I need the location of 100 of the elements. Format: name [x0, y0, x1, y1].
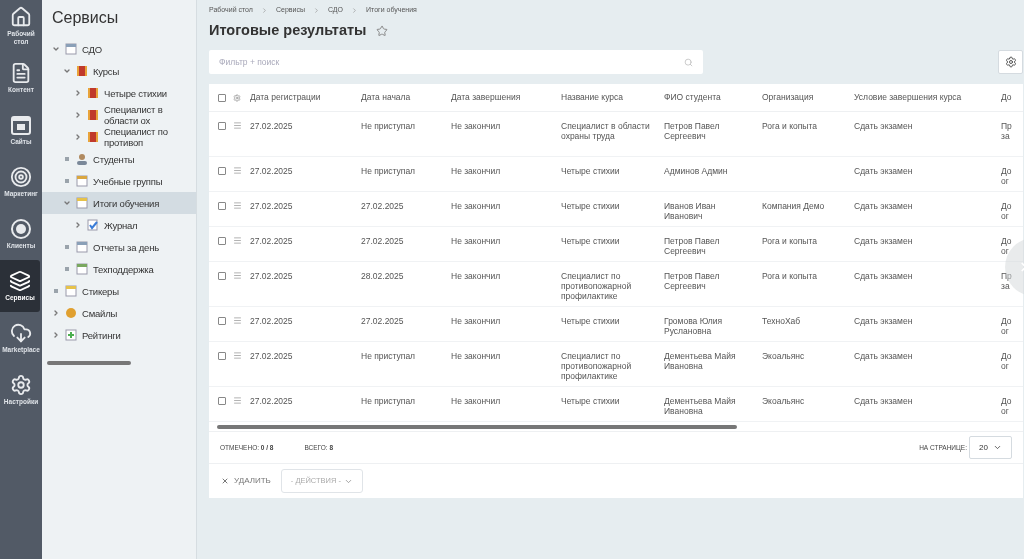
drag-handle-icon[interactable]	[233, 316, 242, 325]
table-cell-text: Не закончил	[451, 316, 502, 328]
table-cell-text: 28.02.2025	[361, 271, 405, 283]
tree-item[interactable]: Специалист в области ох	[42, 104, 196, 126]
tree-item-label: Стикеры	[82, 285, 119, 297]
tree-item-label: Отчеты за день	[93, 241, 159, 253]
delete-button[interactable]: УДАЛИТЬ	[221, 475, 271, 487]
tree-item-label: Учебные группы	[93, 175, 163, 187]
book-icon	[76, 65, 88, 77]
table-cell-text: ТехноХаб	[762, 316, 802, 328]
table-cell-text: Четыре стихии	[561, 316, 621, 328]
table-cell-text: Не закончил	[451, 201, 502, 213]
table-row[interactable]: 27.02.2025 27.02.2025 Не закончил Четыре стихии Иванов Иван Иванович Компания Демо Сдать экзамен До ог	[209, 192, 1023, 227]
table-cell-text: Не приступал	[361, 351, 417, 363]
search-field[interactable]: Фильтр + поиск	[209, 50, 703, 74]
checkmark-document-icon	[87, 219, 99, 231]
folder-window-icon	[76, 175, 88, 187]
tree-item[interactable]: Журнал	[42, 214, 196, 236]
row-checkbox[interactable]	[218, 352, 226, 360]
tree-item[interactable]: СДО	[42, 38, 196, 60]
table-row[interactable]: 27.02.2025 Не приступал Не закончил Специалист по противопожарной профилактике Дементьева Майя Ивановна Экоальянс Сдать экзамен До ог	[209, 342, 1023, 387]
per-page-select[interactable]: 20	[969, 436, 1012, 459]
table-cell-text: 27.02.2025	[361, 236, 405, 248]
home-icon	[10, 6, 32, 28]
drag-handle-icon[interactable]	[233, 236, 242, 245]
table-cell-text: Четыре стихии	[561, 236, 621, 248]
tree-item[interactable]: Итоги обучения	[42, 192, 196, 214]
table-cell-text: Четыре стихии	[561, 201, 621, 213]
row-checkbox[interactable]	[218, 237, 226, 245]
tree-item[interactable]: Четыре стихии	[42, 82, 196, 104]
smiley-icon	[65, 307, 77, 319]
drag-handle-icon[interactable]	[233, 396, 242, 405]
folder-window-icon	[76, 197, 88, 209]
table-row[interactable]: 27.02.2025 Не приступал Не закончил Специалист в области охраны труда Петров Павел Сергеевич Рога и копыта Сдать экзамен Пр за	[209, 112, 1023, 157]
table-row[interactable]: 27.02.2025 28.02.2025 Не закончил Специалист по противопожарной профилактике Петров Павел Сергеевич Рога и копыта Сдать экзамен Пр за	[209, 262, 1023, 307]
breadcrumb-separator-icon	[351, 6, 359, 14]
dropdown-caret-icon	[993, 443, 1002, 452]
column-header[interactable]: Условие завершения курса	[854, 91, 1001, 104]
column-header[interactable]: Организация	[762, 91, 854, 104]
row-checkbox[interactable]	[218, 202, 226, 210]
table-cell-text: До ог	[1001, 166, 1013, 186]
tree-item-label: Журнал	[104, 219, 138, 231]
row-checkbox[interactable]	[218, 122, 226, 130]
tree-item[interactable]: Курсы	[42, 60, 196, 82]
row-checkbox[interactable]	[218, 272, 226, 280]
row-checkbox[interactable]	[218, 397, 226, 405]
tree-item[interactable]: Смайлы	[42, 302, 196, 324]
settings-icon	[1004, 56, 1017, 68]
table-cell-text: Петров Павел Сергеевич	[664, 236, 721, 256]
tree-item[interactable]: Учебные группы	[42, 170, 196, 192]
cloud-download-icon	[10, 322, 32, 344]
tree-item-label: Смайлы	[82, 307, 118, 319]
tree-item-label: Студенты	[93, 153, 135, 165]
table-cell-text: 27.02.2025	[250, 121, 294, 133]
table-cell-text: До ог	[1001, 201, 1013, 221]
table-cell-text: Не закончил	[451, 271, 502, 283]
column-header[interactable]: Дата начала	[361, 91, 451, 104]
user-icon	[76, 153, 88, 165]
table-horizontal-scrollbar[interactable]	[209, 422, 1023, 432]
drag-handle-icon[interactable]	[233, 271, 242, 280]
row-checkbox[interactable]	[218, 317, 226, 325]
search-input[interactable]: Фильтр + поиск	[219, 55, 684, 69]
column-header[interactable]: До	[1001, 91, 1019, 104]
tree-item[interactable]: Рейтинги	[42, 324, 196, 346]
drag-handle-icon[interactable]	[233, 201, 242, 210]
table-row[interactable]: 27.02.2025 Не приступал Не закончил Четыре стихии Дементьева Майя Ивановна Экоальянс Сдать экзамен До ог	[209, 387, 1023, 422]
table-cell-text: Четыре стихии	[561, 166, 621, 178]
table-cell-text: 27.02.2025	[250, 201, 294, 213]
drag-handle-icon[interactable]	[233, 121, 242, 130]
row-checkbox[interactable]	[218, 167, 226, 175]
column-header[interactable]: Дата завершения	[451, 91, 561, 104]
tree-item[interactable]: Специалист по противоп	[42, 126, 196, 148]
drag-handle-icon[interactable]	[233, 166, 242, 175]
column-header[interactable]: Дата регистрации	[250, 91, 361, 104]
table-cell-text: Специалист в области охраны труда	[561, 121, 651, 141]
folder-window-icon	[76, 263, 88, 275]
table-row[interactable]: 27.02.2025 27.02.2025 Не закончил Четыре стихии Громова Юлия Руслановна ТехноХаб Сдать экзамен До ог	[209, 307, 1023, 342]
settings-button[interactable]	[998, 50, 1023, 74]
folder-window-icon	[76, 241, 88, 253]
table-cell-text: Сдать экзамен	[854, 271, 914, 283]
table-row[interactable]: 27.02.2025 Не приступал Не закончил Четыре стихии Админов Админ Сдать экзамен До ог	[209, 157, 1023, 192]
table-cell-text: Сдать экзамен	[854, 236, 914, 248]
tree-item[interactable]: Стикеры	[42, 280, 196, 302]
table-cell-text: 27.02.2025	[250, 271, 294, 283]
select-all-checkbox[interactable]	[218, 93, 226, 102]
column-header[interactable]: ФИО студента	[664, 91, 762, 104]
tree-item[interactable]: Техподдержка	[42, 258, 196, 280]
column-settings-icon[interactable]	[233, 93, 241, 102]
table-cell-text: До ог	[1001, 351, 1013, 373]
tree-item[interactable]: Отчеты за день	[42, 236, 196, 258]
tree-item-label: Техподдержка	[93, 263, 154, 275]
drag-handle-icon[interactable]	[233, 351, 242, 360]
table-cell-text: Рога и копыта	[762, 236, 818, 248]
table-cell-text: Админов Админ	[664, 166, 729, 178]
favorite-star-icon[interactable]	[376, 25, 389, 37]
table-cell-text: Сдать экзамен	[854, 121, 914, 133]
table-row[interactable]: 27.02.2025 27.02.2025 Не закончил Четыре стихии Петров Павел Сергеевич Рога и копыта Сдать экзамен До ог	[209, 227, 1023, 262]
column-header[interactable]: Название курса	[561, 91, 664, 104]
tree-item[interactable]: Студенты	[42, 148, 196, 170]
breadcrumb-separator-icon	[260, 6, 268, 14]
